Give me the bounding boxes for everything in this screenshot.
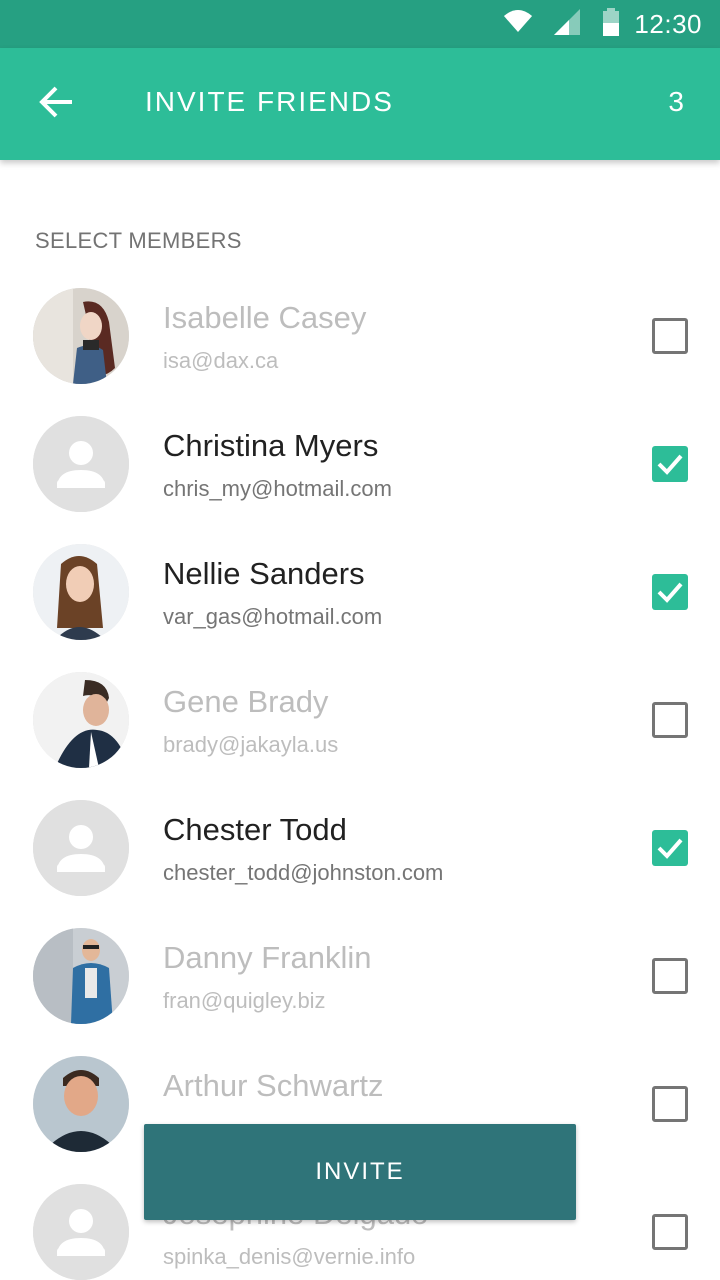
member-name: Nellie Sanders [163,556,365,591]
avatar-isabelle-casey [33,288,129,384]
member-checkbox[interactable] [652,830,688,866]
wifi-icon [504,9,533,39]
invite-friends-screen: 12:30 INVITE FRIENDS 3 SELECT MEMBERS Is… [0,0,720,1280]
member-name: Gene Brady [163,684,329,719]
member-name: Danny Franklin [163,940,372,975]
member-row[interactable]: Chester Todd chester_todd@johnston.com [0,800,720,928]
section-header: SELECT MEMBERS [35,228,242,253]
member-email: chris_my@hotmail.com [163,476,392,501]
battery-icon [602,7,620,41]
member-email: fran@quigley.biz [163,988,326,1013]
invite-button[interactable]: INVITE [144,1124,576,1220]
member-row[interactable]: Danny Franklin fran@quigley.biz [0,928,720,1056]
member-checkbox[interactable] [652,958,688,994]
selected-count: 3 [668,86,684,117]
member-email: brady@jakayla.us [163,732,339,757]
check-icon [657,838,683,859]
person-placeholder-icon [33,416,129,512]
member-email: var_gas@hotmail.com [163,604,383,629]
avatar-gene-brady [33,672,129,768]
app-bar: INVITE FRIENDS 3 [0,48,720,160]
member-checkbox[interactable] [652,446,688,482]
member-name: Christina Myers [163,428,379,463]
person-placeholder-icon [33,1184,129,1280]
avatar-arthur-schwartz [33,1056,129,1152]
member-checkbox[interactable] [652,574,688,610]
member-checkbox[interactable] [652,702,688,738]
member-row[interactable]: Christina Myers chris_my@hotmail.com [0,416,720,544]
member-email: spinka_denis@vernie.info [163,1244,416,1269]
member-name: Chester Todd [163,812,347,847]
member-checkbox[interactable] [652,1214,688,1250]
status-time: 12:30 [634,8,702,39]
person-placeholder-icon [33,800,129,896]
member-row[interactable]: Isabelle Casey isa@dax.ca [0,288,720,416]
member-row[interactable]: Nellie Sanders var_gas@hotmail.com [0,544,720,672]
status-bar: 12:30 [0,0,720,48]
member-email: chester_todd@johnston.com [163,860,444,885]
member-name: Arthur Schwartz [163,1068,384,1103]
avatar-nellie-sanders [33,544,129,640]
check-icon [657,454,683,475]
member-email: isa@dax.ca [163,348,279,373]
back-button[interactable] [26,76,86,132]
check-icon [657,582,683,603]
member-checkbox[interactable] [652,1086,688,1122]
arrow-back-icon [38,86,74,123]
member-name: Isabelle Casey [163,300,367,335]
member-row[interactable]: Gene Brady brady@jakayla.us [0,672,720,800]
page-title: INVITE FRIENDS [145,86,394,117]
member-checkbox[interactable] [652,318,688,354]
avatar-danny-franklin [33,928,129,1024]
cellular-signal-icon [554,8,581,40]
